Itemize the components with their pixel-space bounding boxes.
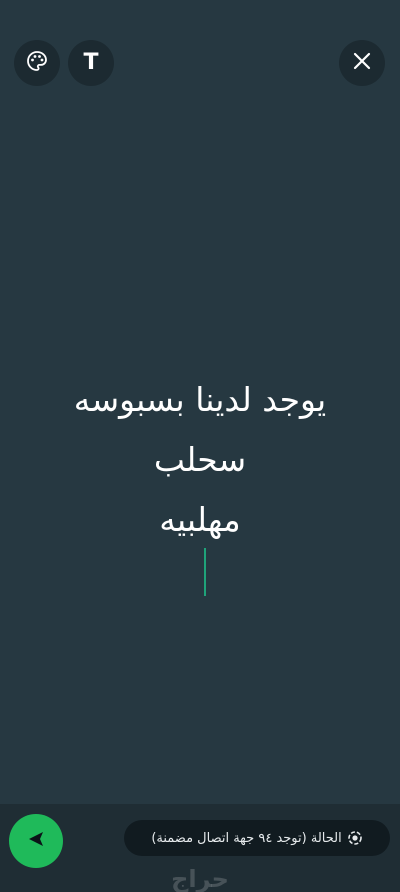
close-button[interactable] [339, 40, 385, 86]
status-privacy-label: الحالة (توجد ٩٤ جهة اتصال مضمنة) [151, 830, 342, 846]
status-text-line-3: مهلبيه [159, 500, 241, 539]
text-cursor [204, 548, 206, 596]
status-text-input[interactable]: يوجد لدينا بسبوسه سحلب مهلبيه [0, 370, 400, 550]
status-composer-screen: T يوجد لدينا بسبوسه سحلب مهلبيه الحالة (… [0, 0, 400, 892]
status-icon [347, 830, 363, 846]
palette-button[interactable] [14, 40, 60, 86]
status-text-line-1: يوجد لدينا بسبوسه [73, 380, 327, 419]
send-icon [25, 828, 47, 854]
send-button[interactable] [9, 814, 63, 868]
status-privacy-button[interactable]: الحالة (توجد ٩٤ جهة اتصال مضمنة) [124, 820, 390, 856]
text-format-icon: T [83, 50, 99, 75]
close-icon [352, 51, 372, 75]
palette-icon [25, 49, 49, 77]
text-style-button[interactable]: T [68, 40, 114, 86]
status-text-line-2: سحلب [153, 440, 247, 479]
